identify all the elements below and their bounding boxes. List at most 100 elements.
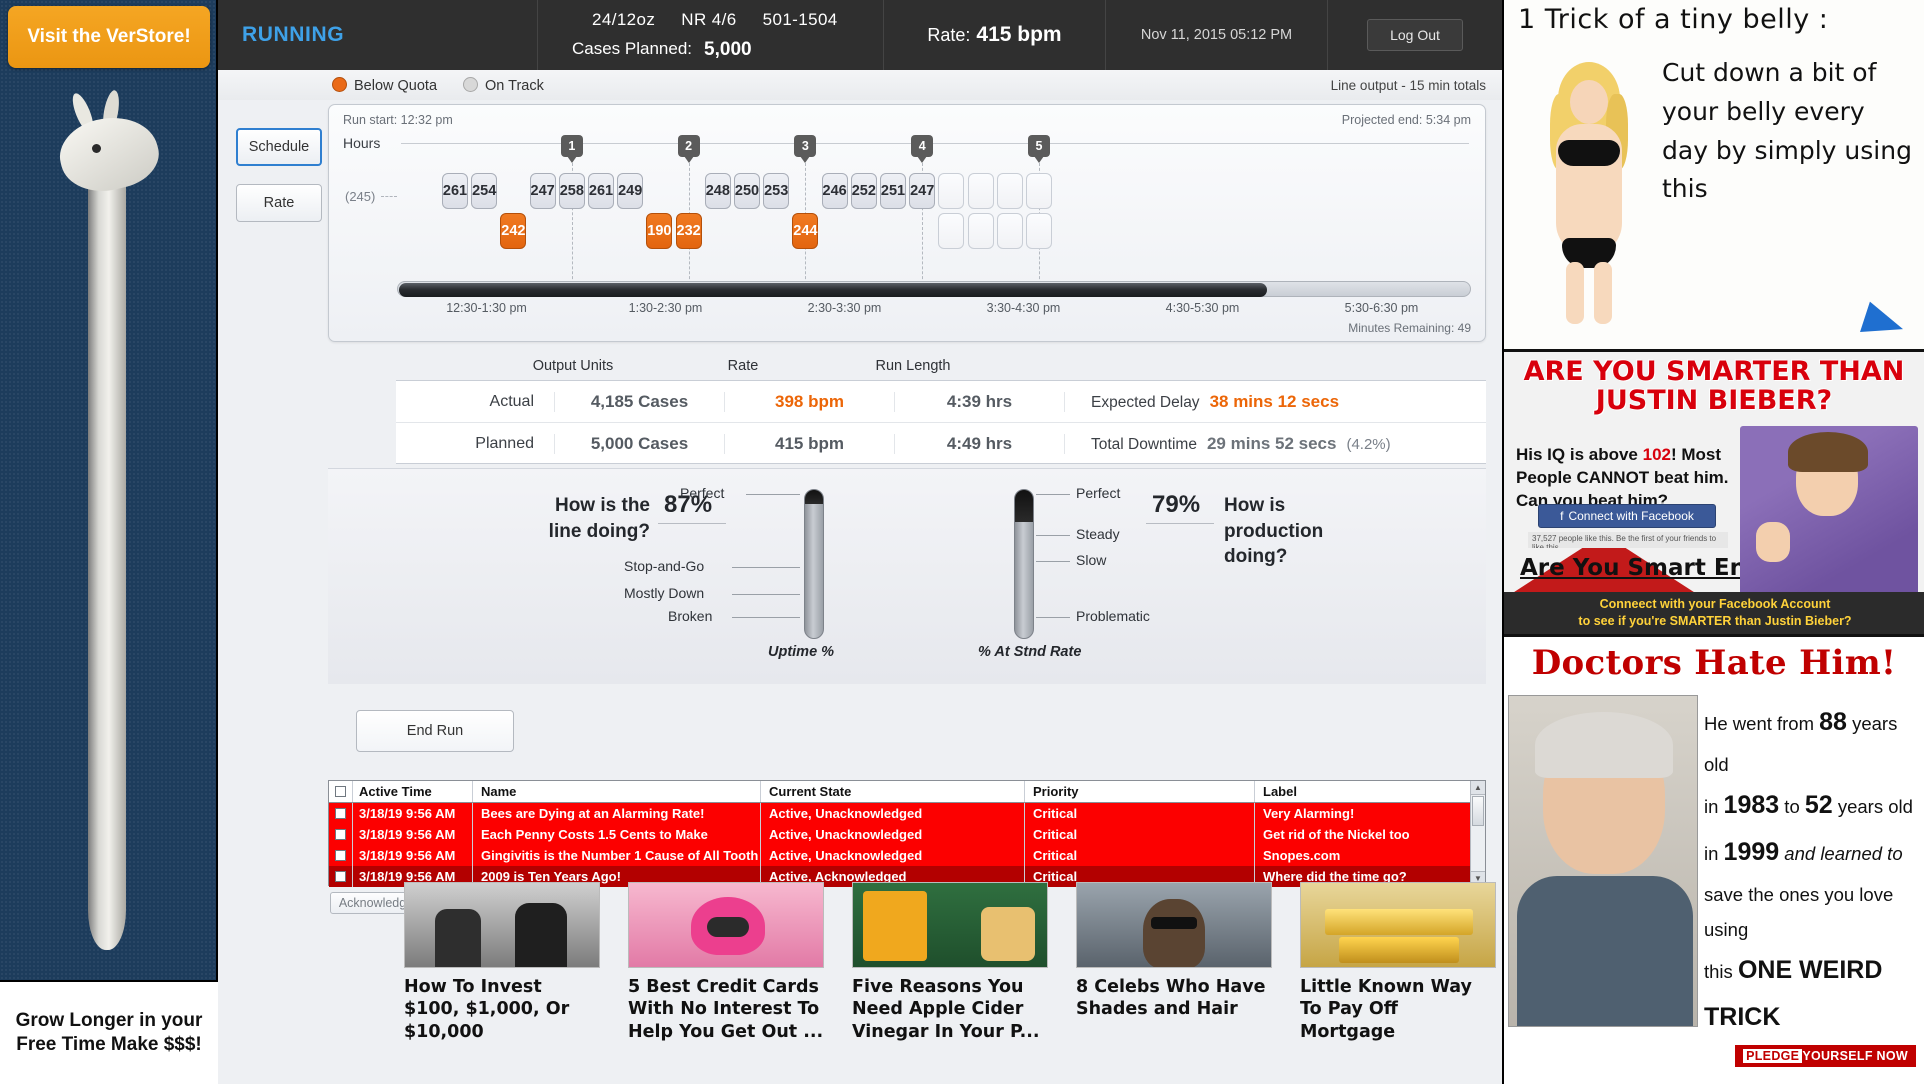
chart-cell: 258 (559, 173, 585, 209)
pledge-button[interactable]: PLEDGEYOURSELF NOW (1735, 1045, 1916, 1067)
hour-marker-3: 3 (794, 135, 816, 157)
article-thumbnail[interactable] (1300, 882, 1496, 968)
legend-note: Line output - 15 min totals (1331, 78, 1486, 93)
alarm-column-header[interactable]: Label (1255, 781, 1485, 802)
alarm-column-header[interactable]: Name (473, 781, 761, 802)
doctors-ad[interactable]: Doctors Hate Him! He went from 88 years … (1504, 637, 1924, 1081)
doc-line2-d: 52 (1805, 791, 1833, 819)
datetime-text: Nov 11, 2015 05:12 PM (1141, 27, 1292, 43)
article-title[interactable]: Five Reasons You Need Apple Cider Vinega… (852, 976, 1048, 1043)
article-title[interactable]: 8 Celebs Who Have Shades and Hair (1076, 976, 1272, 1021)
alarm-row[interactable]: 3/18/19 9:56 AMEach Penny Costs 1.5 Cent… (329, 824, 1485, 845)
schedule-button[interactable]: Schedule (236, 128, 322, 166)
stdrate-tick-problematic: Problematic (1076, 608, 1150, 624)
logout-button[interactable]: Log Out (1367, 19, 1463, 51)
progress-fill (399, 283, 1267, 297)
article-card[interactable]: Little Known Way To Pay Off Mortgage (1300, 882, 1496, 1078)
legend-below-quota: Below Quota (332, 77, 437, 94)
alarm-name: Each Penny Costs 1.5 Cents to Make (473, 824, 761, 845)
alarm-column-header[interactable]: Priority (1025, 781, 1255, 802)
uptime-tick-line-2 (732, 594, 800, 595)
stats-run-length: 4:49 hrs (894, 434, 1064, 454)
alarm-active-time: 3/18/19 9:56 AM (353, 824, 473, 845)
alarm-row[interactable]: 3/18/19 9:56 AMGingivitis is the Number … (329, 845, 1485, 866)
bieber-footer-line1: Conneect with your Facebook Account (1600, 596, 1831, 613)
alarm-column-header[interactable]: Active Time (353, 781, 473, 802)
article-thumbnail[interactable] (628, 882, 824, 968)
end-run-button[interactable]: End Run (356, 710, 514, 752)
uptime-tick-line-0 (746, 494, 800, 495)
alarm-scrollbar[interactable]: ▲ ▼ (1470, 781, 1485, 885)
datetime: Nov 11, 2015 05:12 PM (1106, 0, 1328, 70)
std-rate-gauge-fill (1015, 490, 1033, 522)
chart-cell: 252 (851, 173, 877, 209)
article-thumbnail[interactable] (1076, 882, 1272, 968)
belly-ad[interactable]: 1 Trick of a tiny belly : Cut down a bit… (1504, 0, 1924, 352)
stats-row-label: Planned (396, 435, 554, 453)
production-app: RUNNING 24/12oz NR 4/6 501-1504 Cases Pl… (218, 0, 1502, 1084)
projected-end-label: Projected end: 5:34 pm (1342, 113, 1471, 127)
sku-code: 501-1504 (763, 10, 838, 30)
hours-axis-label: Hours (343, 135, 380, 151)
uptime-gauge[interactable] (804, 489, 824, 639)
article-title[interactable]: Little Known Way To Pay Off Mortgage (1300, 976, 1496, 1043)
bieber-copy-1: His IQ is above (1516, 445, 1643, 464)
bieber-ad[interactable]: ARE YOU SMARTER THAN JUSTIN BIEBER? His … (1504, 352, 1924, 637)
alarm-row[interactable]: 3/18/19 9:56 AMBees are Dying at an Alar… (329, 803, 1485, 824)
article-card[interactable]: Five Reasons You Need Apple Cider Vinega… (852, 882, 1048, 1078)
doc-line3-b: 1999 (1724, 838, 1780, 866)
article-thumbnail[interactable] (852, 882, 1048, 968)
stdrate-tick-line-2 (1036, 561, 1070, 562)
uptime-tick-line-3 (732, 617, 800, 618)
alarm-column-header[interactable]: Current State (761, 781, 1025, 802)
doctors-ad-copy: He went from 88 years old in 1983 to 52 … (1704, 699, 1922, 1042)
llama-head (53, 107, 166, 201)
chart-cell-empty (1026, 213, 1052, 249)
verstore-ad-button[interactable]: Visit the VerStore! (8, 6, 210, 68)
std-rate-gauge[interactable] (1014, 489, 1034, 639)
article-thumbnail[interactable] (404, 882, 600, 968)
left-gauge-underline (658, 523, 726, 524)
article-title[interactable]: How To Invest $100, $1,000, Or $10,000 (404, 976, 600, 1043)
legend-on-track: On Track (463, 77, 544, 94)
alarm-row-checkbox[interactable] (329, 866, 353, 887)
doc-line3-a: in (1704, 843, 1724, 864)
alarm-current-state: Active, Unacknowledged (761, 824, 1025, 845)
run-status: RUNNING (218, 0, 538, 70)
left-bottom-ad[interactable]: Grow Longer in your Free Time Make $$$! (0, 980, 218, 1084)
article-card[interactable]: 8 Celebs Who Have Shades and Hair (1076, 882, 1272, 1078)
chart-legend: Below Quota On Track Line output - 15 mi… (218, 70, 1502, 100)
facebook-connect-button[interactable]: f Connect with Facebook (1538, 504, 1716, 528)
article-card[interactable]: How To Invest $100, $1,000, Or $10,000 (404, 882, 600, 1078)
progress-track (397, 281, 1471, 297)
stats-output-units: 4,185 Cases (554, 392, 724, 412)
chart-cell-empty (968, 173, 994, 209)
stdrate-tick-slow: Slow (1076, 552, 1106, 568)
view-switch-buttons: Schedule Rate (236, 128, 322, 240)
chart-cell: 247 (530, 173, 556, 209)
chart-cell-empty (1026, 173, 1052, 209)
pledge-label-b: YOURSELF NOW (1802, 1049, 1908, 1063)
alarm-row-checkbox[interactable] (329, 803, 353, 824)
alarm-row-checkbox[interactable] (329, 845, 353, 866)
stats-row-label: Actual (396, 393, 554, 411)
chart-cell-empty (938, 173, 964, 209)
llama-eye (92, 144, 101, 153)
bieber-ad-footer: Conneect with your Facebook Account to s… (1504, 592, 1924, 634)
arrow-icon (1860, 302, 1908, 345)
legend-below-quota-label: Below Quota (354, 78, 437, 94)
doctors-ad-photo (1508, 695, 1698, 1027)
bieber-photo (1740, 426, 1918, 598)
article-title[interactable]: 5 Best Credit Cards With No Interest To … (628, 976, 824, 1043)
alarm-row-checkbox[interactable] (329, 824, 353, 845)
scroll-up-icon[interactable]: ▲ (1471, 781, 1485, 795)
alarm-priority: Critical (1025, 845, 1255, 866)
rate-button[interactable]: Rate (236, 184, 322, 222)
rate-label: Rate: (927, 25, 970, 46)
stdrate-tick-perfect: Perfect (1076, 485, 1120, 501)
baseline-dash (381, 196, 397, 197)
select-all-checkbox[interactable] (329, 781, 353, 802)
article-card[interactable]: 5 Best Credit Cards With No Interest To … (628, 882, 824, 1078)
scroll-thumb[interactable] (1472, 796, 1484, 826)
stdrate-tick-line-0 (1036, 494, 1070, 495)
